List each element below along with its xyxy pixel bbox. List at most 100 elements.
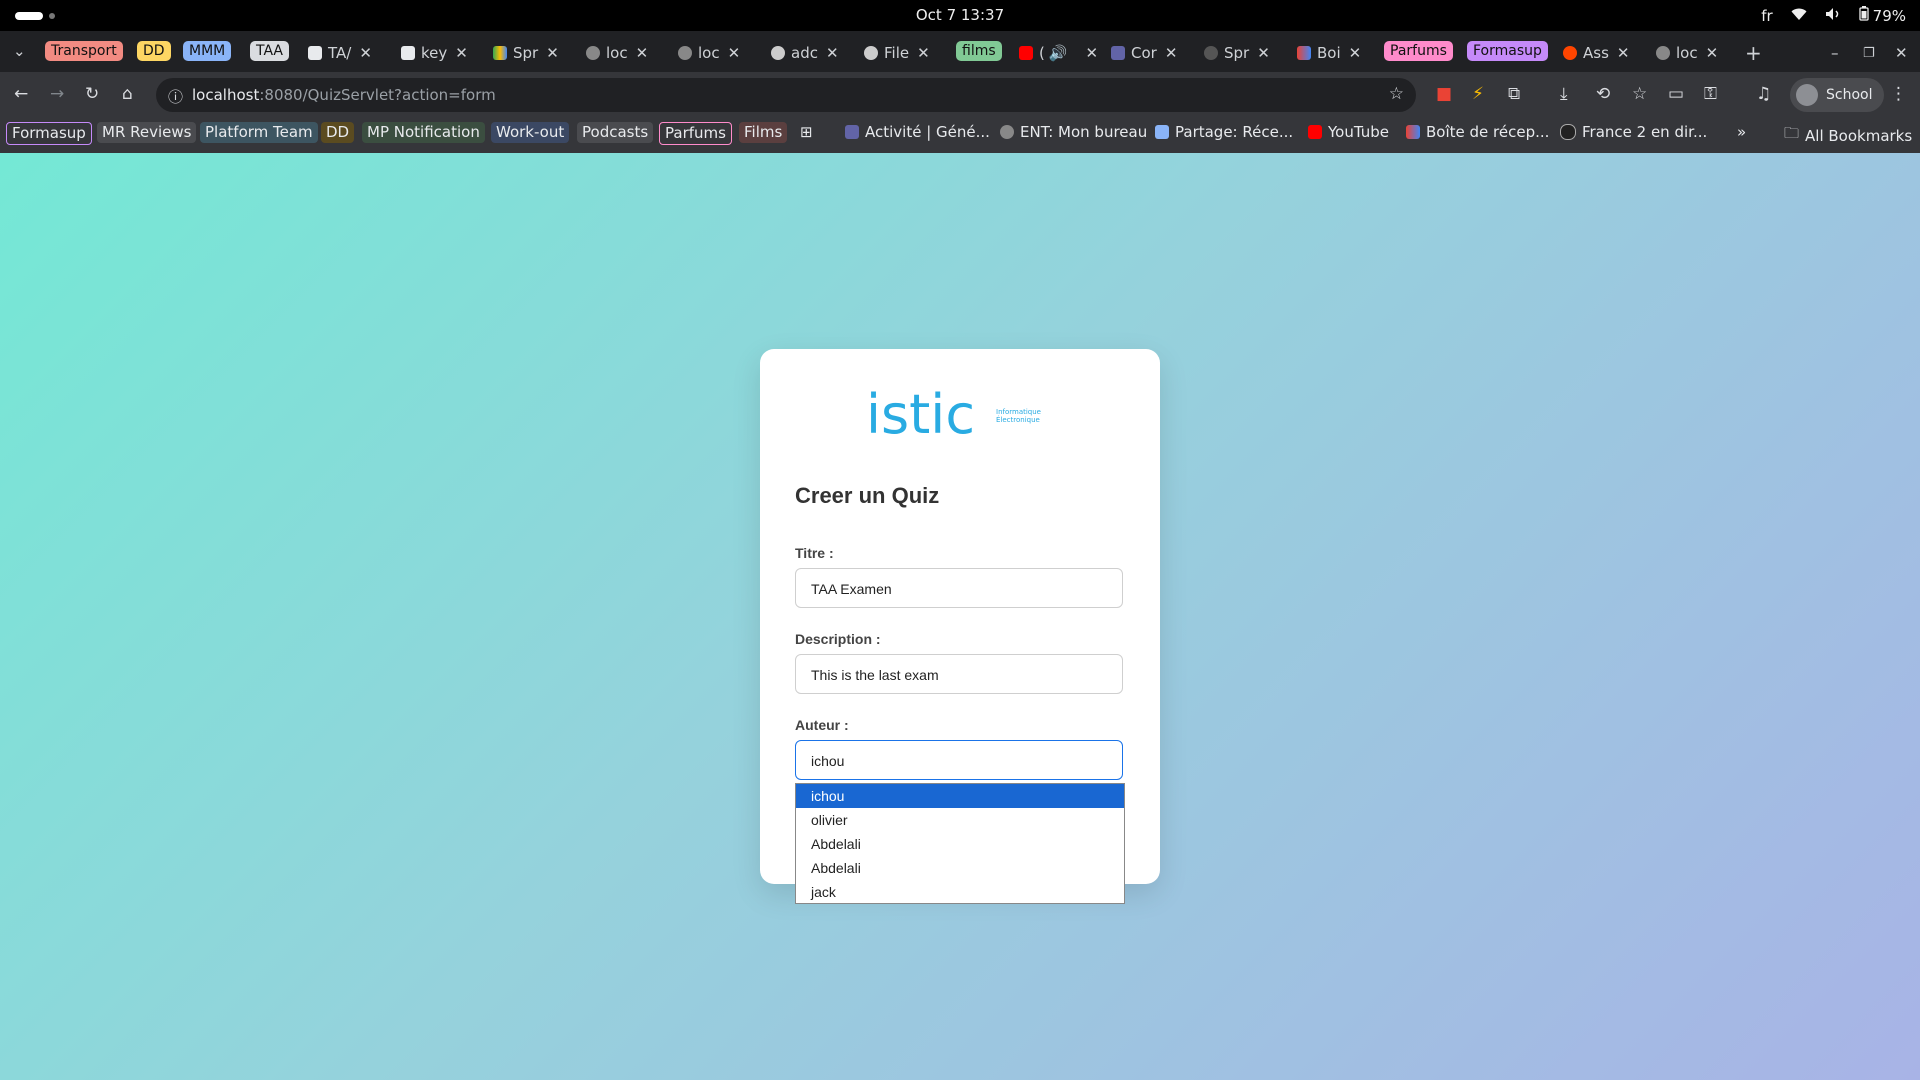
- wifi-icon[interactable]: [1791, 7, 1807, 25]
- tab-group-formasup[interactable]: Formasup: [1467, 41, 1548, 61]
- close-icon[interactable]: ✕: [917, 44, 930, 62]
- download-icon[interactable]: ⤓: [1560, 84, 1568, 104]
- audio-icon[interactable]: 🔊: [1049, 44, 1068, 62]
- tab[interactable]: loc ✕: [586, 39, 648, 67]
- bookmark-label: Boîte de récep...: [1426, 123, 1550, 141]
- istic-logo: istic Informatique Électronique: [866, 383, 1056, 446]
- bookmark-ent[interactable]: ENT: Mon bureau: [1000, 123, 1147, 141]
- new-tab-button[interactable]: +: [1745, 39, 1762, 67]
- menu-icon[interactable]: ⋮: [1890, 84, 1907, 104]
- bookmark-folder-formasup[interactable]: Formasup: [6, 122, 92, 145]
- suggestion-item[interactable]: jack: [796, 880, 1124, 904]
- bookmark-folder-parfums[interactable]: Parfums: [659, 122, 732, 145]
- bookmark-activite[interactable]: Activité | Géné...: [845, 123, 990, 141]
- close-icon[interactable]: ✕: [1706, 44, 1719, 62]
- description-input[interactable]: This is the last exam: [795, 654, 1123, 694]
- tab[interactable]: Spr ✕: [1204, 39, 1270, 67]
- close-icon[interactable]: ✕: [1165, 44, 1178, 62]
- bookmark-folder-platform-team[interactable]: Platform Team: [200, 122, 318, 143]
- payment-icon[interactable]: ▭: [1668, 84, 1684, 104]
- close-icon[interactable]: ✕: [1257, 44, 1270, 62]
- tab-group-dd[interactable]: DD: [137, 41, 171, 61]
- bookmark-folder-dd[interactable]: DD: [321, 122, 355, 143]
- history-icon[interactable]: ⟲: [1596, 84, 1610, 104]
- all-bookmarks[interactable]: 🗀 All Bookmarks: [1784, 123, 1912, 148]
- close-icon[interactable]: ✕: [826, 44, 839, 62]
- avatar: [1796, 84, 1818, 106]
- close-icon[interactable]: ✕: [546, 44, 559, 62]
- bookmark-folder-mp-notification[interactable]: MP Notification: [362, 122, 485, 143]
- tab-group-films[interactable]: films: [956, 41, 1002, 61]
- close-icon[interactable]: ✕: [1617, 44, 1630, 62]
- bookmark-folder-podcasts[interactable]: Podcasts: [577, 122, 654, 143]
- site-info-icon[interactable]: ⓘ: [168, 86, 183, 107]
- media-control-icon[interactable]: ♫: [1756, 84, 1771, 104]
- bookmark-youtube[interactable]: YouTube: [1308, 123, 1389, 141]
- tab-group-taa[interactable]: TAA: [250, 41, 290, 61]
- tab-search-icon[interactable]: ⌄: [13, 37, 26, 65]
- suggestion-item[interactable]: ichou: [796, 784, 1124, 808]
- tab[interactable]: File ✕: [864, 39, 930, 67]
- close-icon[interactable]: ✕: [636, 44, 649, 62]
- svg-text:Électronique: Électronique: [996, 415, 1040, 424]
- globe-icon: [678, 46, 692, 60]
- tab[interactable]: TA/ ✕: [308, 39, 372, 67]
- teams-icon: [845, 125, 859, 139]
- battery-icon[interactable]: [1859, 6, 1869, 25]
- tab[interactable]: Spr ✕: [493, 39, 559, 67]
- minimize-icon[interactable]: –: [1831, 39, 1839, 67]
- more-bookmarks-icon[interactable]: »: [1737, 123, 1746, 141]
- folder-icon: 🗀: [1784, 124, 1800, 142]
- close-icon[interactable]: ✕: [359, 44, 372, 62]
- bookmark-label: YouTube: [1328, 123, 1389, 141]
- bookmark-folder-work-out[interactable]: Work-out: [491, 122, 570, 143]
- tab-label: loc: [698, 44, 720, 62]
- bookmark-gmail[interactable]: Boîte de récep...: [1406, 123, 1549, 141]
- tab[interactable]: Cor ✕: [1111, 39, 1177, 67]
- reload-icon[interactable]: ↻: [85, 84, 99, 104]
- close-icon[interactable]: ✕: [728, 44, 741, 62]
- bookmark-folder-films[interactable]: Films: [739, 122, 788, 143]
- back-icon[interactable]: ←: [14, 84, 28, 104]
- language-indicator[interactable]: fr: [1761, 7, 1772, 25]
- clock[interactable]: Oct 7 13:37: [0, 6, 1920, 24]
- password-key-icon[interactable]: ⚿: [1704, 84, 1717, 104]
- tab-group-transport[interactable]: Transport: [45, 41, 123, 61]
- bookmark-france2[interactable]: France 2 en dir...: [1560, 123, 1707, 141]
- bookmark-folder-mr-reviews[interactable]: MR Reviews: [97, 122, 197, 143]
- apps-grid-icon[interactable]: ⊞: [800, 123, 813, 141]
- bookmark-star-icon[interactable]: ☆: [1389, 84, 1404, 104]
- address-bar[interactable]: ⓘ localhost:8080/QuizServlet?action=form…: [156, 78, 1416, 112]
- tab-group-parfums[interactable]: Parfums: [1384, 41, 1453, 61]
- tab[interactable]: Boi ✕: [1297, 39, 1361, 67]
- tab-label: Cor: [1131, 44, 1157, 62]
- titre-input[interactable]: TAA Examen: [795, 568, 1123, 608]
- gmail-icon: [1406, 125, 1420, 139]
- bookmarks-icon[interactable]: ☆: [1632, 84, 1647, 104]
- volume-icon[interactable]: [1825, 7, 1841, 25]
- auteur-input[interactable]: ichou: [795, 740, 1123, 780]
- close-icon[interactable]: ✕: [1349, 44, 1362, 62]
- tab[interactable]: loc ✕: [678, 39, 740, 67]
- tab[interactable]: (🔊 ✕: [1019, 39, 1098, 67]
- bookmark-partage[interactable]: Partage: Réce...: [1155, 123, 1293, 141]
- forward-icon[interactable]: →: [50, 84, 64, 104]
- tab[interactable]: Ass ✕: [1563, 39, 1629, 67]
- profile-button[interactable]: School: [1790, 78, 1885, 112]
- extensions-puzzle-icon[interactable]: ⧉: [1508, 84, 1520, 104]
- suggestion-item[interactable]: olivier: [796, 808, 1124, 832]
- active-tab[interactable]: loc ✕: [1656, 39, 1718, 67]
- suggestion-item[interactable]: Abdelali: [796, 832, 1124, 856]
- tab[interactable]: adc ✕: [771, 39, 839, 67]
- close-icon[interactable]: ✕: [455, 44, 468, 62]
- home-icon[interactable]: ⌂: [122, 84, 133, 104]
- close-icon[interactable]: ✕: [1086, 44, 1099, 62]
- tab[interactable]: key ✕: [401, 39, 468, 67]
- tab-group-mmm[interactable]: MMM: [183, 41, 232, 61]
- restore-icon[interactable]: ❐: [1863, 39, 1875, 67]
- suggestion-item[interactable]: Abdelali: [796, 856, 1124, 880]
- extension-icon[interactable]: ■: [1436, 84, 1452, 104]
- window-close-icon[interactable]: ✕: [1895, 39, 1908, 67]
- extension-icon[interactable]: ⚡: [1472, 84, 1484, 104]
- globe-icon: [586, 46, 600, 60]
